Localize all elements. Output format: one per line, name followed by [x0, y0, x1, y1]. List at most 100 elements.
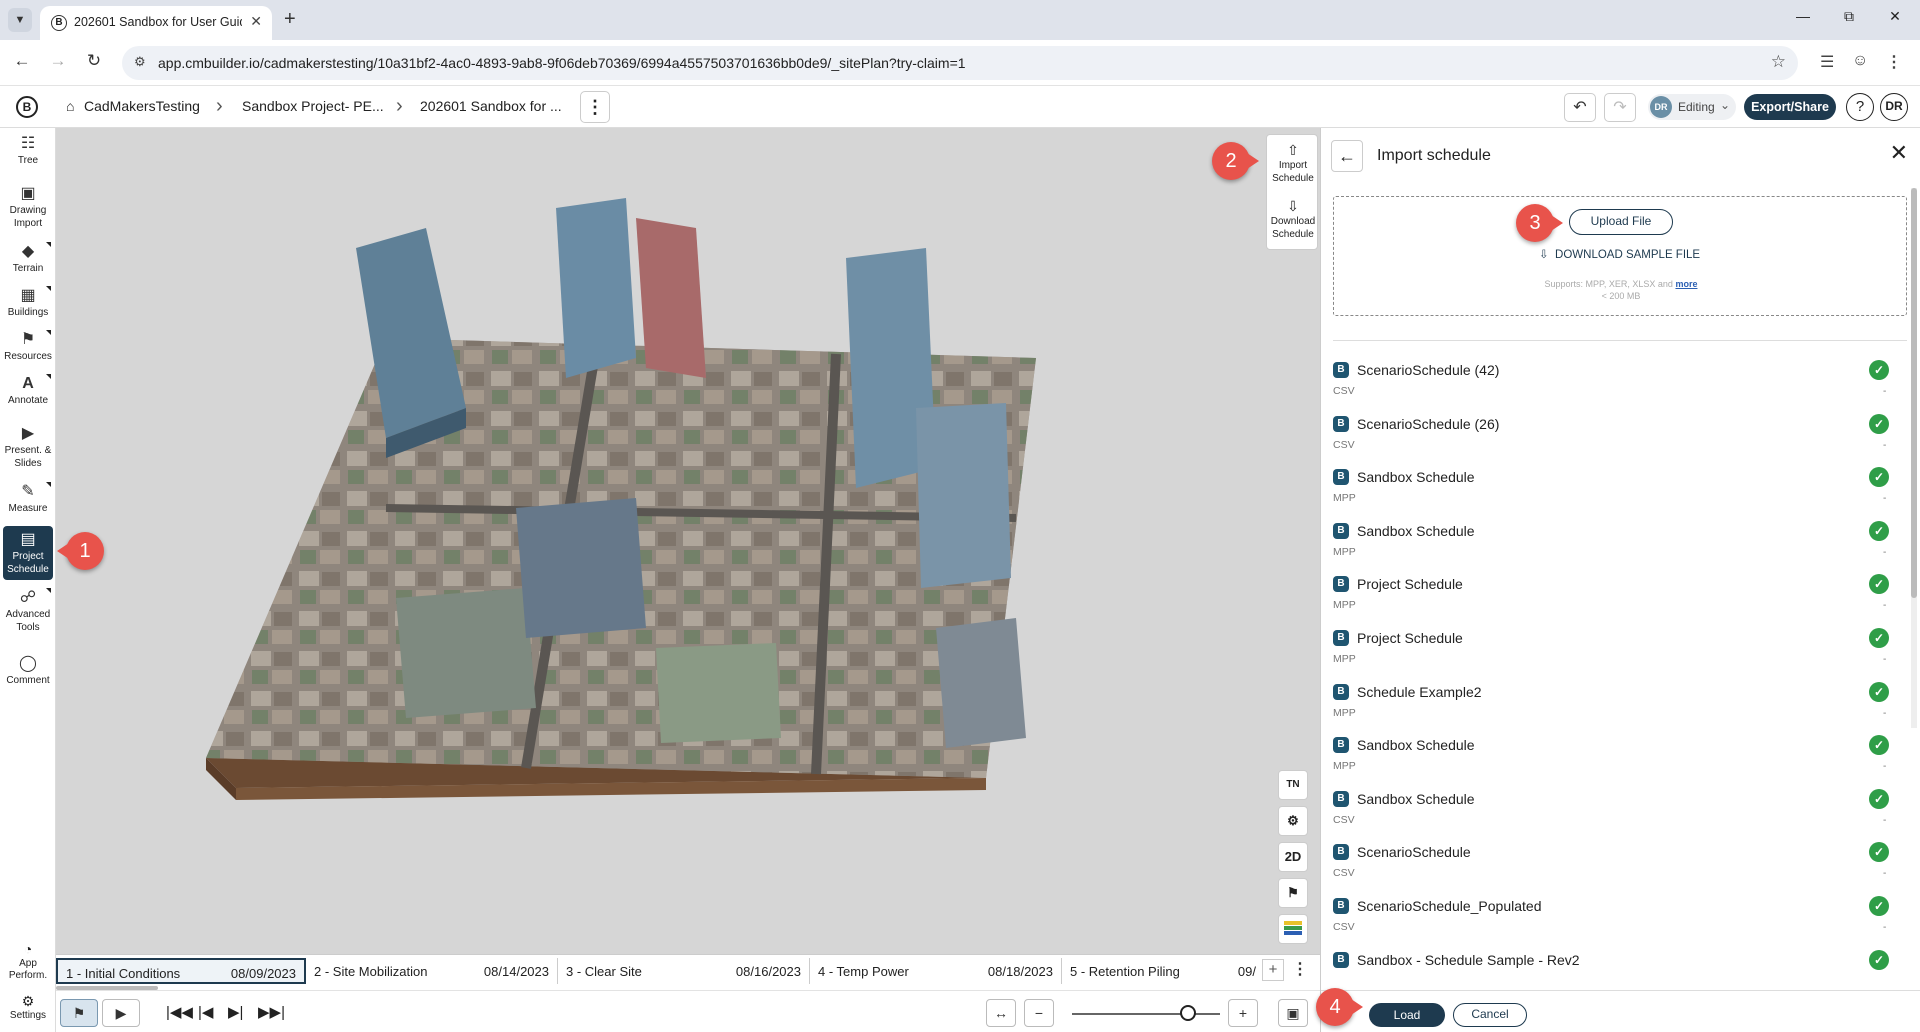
schedule-list-item[interactable]: B Sandbox Schedule MPP ✓ - — [1333, 520, 1893, 575]
toggle-2d-button[interactable]: 2D — [1278, 842, 1308, 872]
schedule-list-item[interactable]: B ScenarioSchedule CSV ✓ - — [1333, 842, 1893, 896]
3d-viewport[interactable]: ⇧ Import Schedule ⇩ Download Schedule TN… — [56, 128, 1320, 954]
tool-terrain[interactable]: ◆ Terrain — [3, 242, 53, 275]
browser-menu-icon[interactable]: ⋮ — [1886, 52, 1902, 72]
fit-width-icon[interactable]: ↔ — [986, 999, 1016, 1027]
timeline-more-icon[interactable]: ⋮ — [1292, 959, 1308, 979]
reload-icon[interactable]: ↻ — [82, 51, 106, 71]
skip-to-start-icon[interactable]: |◀◀ — [166, 1003, 193, 1021]
cancel-button[interactable]: Cancel — [1453, 1003, 1527, 1027]
schedule-app-icon: B — [1333, 898, 1349, 914]
breadcrumb-siteplan[interactable]: 202601 Sandbox for ... — [420, 98, 562, 114]
true-north-button[interactable]: TN — [1278, 770, 1308, 800]
tool-buildings[interactable]: ▦ Buildings — [3, 286, 53, 319]
tool-advanced-tools[interactable]: ☍ Advanced Tools — [3, 588, 53, 634]
timeline-phase[interactable]: 1 - Initial Conditions 08/09/2023 — [56, 958, 306, 984]
tool-comment[interactable]: ◯ Comment — [3, 654, 53, 687]
tool-project-schedule[interactable]: ▤ Project Schedule — [3, 526, 53, 580]
download-sample-link[interactable]: ⇩ DOWNLOAD SAMPLE FILE — [1539, 247, 1700, 261]
profile-icon[interactable]: ☺ — [1852, 52, 1868, 70]
load-button[interactable]: Load — [1369, 1003, 1445, 1027]
timeline-phase[interactable]: 2 - Site Mobilization 08/14/2023 — [306, 958, 558, 984]
export-share-button[interactable]: Export/Share — [1744, 94, 1836, 120]
play-icon[interactable]: ▶| — [228, 1003, 243, 1021]
schedule-list-item[interactable]: B ScenarioSchedule_Populated CSV ✓ - — [1333, 896, 1893, 950]
media-icon[interactable]: ☰ — [1820, 52, 1834, 72]
tree-icon: ☷ — [20, 135, 36, 152]
upload-file-button[interactable]: Upload File — [1569, 209, 1673, 235]
zoom-out-icon[interactable]: − — [1024, 999, 1054, 1027]
breadcrumb-org[interactable]: CadMakersTesting — [84, 98, 200, 114]
view-settings-icon[interactable]: ⚙ — [1278, 806, 1308, 836]
zoom-slider-handle[interactable] — [1180, 1005, 1196, 1021]
schedule-list-item[interactable]: B Sandbox Schedule MPP ✓ - — [1333, 467, 1893, 521]
schedule-list-item[interactable]: B Project Schedule MPP ✓ - — [1333, 574, 1893, 628]
redo-icon[interactable]: ↷ — [1604, 93, 1636, 122]
app-logo[interactable]: B — [16, 96, 38, 118]
panel-scrollbar[interactable] — [1911, 188, 1917, 728]
check-circle-icon: ✓ — [1869, 467, 1889, 488]
more-options-button[interactable]: ⋮ — [580, 91, 610, 123]
bookmark-star-icon[interactable]: ☆ — [1771, 52, 1786, 72]
slides-view-icon[interactable]: ▶ — [102, 999, 140, 1027]
timeline-phase[interactable]: 4 - Temp Power 08/18/2023 — [810, 958, 1062, 984]
tool-tree[interactable]: ☷ Tree — [3, 134, 53, 167]
home-icon[interactable]: ⌂ — [66, 98, 74, 114]
scrollbar-thumb[interactable] — [1911, 188, 1917, 598]
close-icon[interactable]: ✕ — [1890, 140, 1908, 166]
check-circle-icon: ✓ — [1869, 628, 1889, 648]
window-close-icon[interactable]: ✕ — [1872, 8, 1918, 25]
download-schedule-button[interactable]: ⇩ Download Schedule — [1267, 197, 1319, 241]
add-phase-button[interactable]: + — [1262, 959, 1284, 981]
site-info-icon[interactable]: ⚙ — [134, 54, 146, 70]
schedule-list-item[interactable]: B ScenarioSchedule (42) CSV ✓ - — [1333, 360, 1893, 414]
forward-icon[interactable]: → — [46, 51, 70, 71]
schedule-list-item[interactable]: B Schedule Example2 MPP ✓ - — [1333, 681, 1893, 736]
upload-icon: ⇧ — [1287, 142, 1299, 158]
back-arrow-icon[interactable]: ← — [1331, 140, 1363, 172]
tool-resources[interactable]: ⚑ Resources — [3, 330, 53, 363]
tool-drawing-import[interactable]: ▣ Drawing Import — [3, 184, 53, 230]
schedule-status-dash: - — [1883, 814, 1887, 826]
tool-annotate[interactable]: A Annotate — [3, 374, 53, 407]
schedule-list-item[interactable]: BSandbox - Schedule Sample - Rev2✓- — [1333, 949, 1893, 970]
more-formats-link[interactable]: more — [1675, 279, 1697, 289]
screenshot-icon[interactable]: ▣ — [1278, 999, 1308, 1027]
tab-close-icon[interactable]: ✕ — [250, 13, 262, 30]
schedule-list-item[interactable]: B ScenarioSchedule (26) CSV ✓ - — [1333, 413, 1893, 468]
zoom-slider[interactable] — [1072, 1013, 1220, 1015]
timeline-phase[interactable]: 5 - Retention Piling 09/ — [1062, 958, 1256, 984]
schedule-side-tools: ⇧ Import Schedule ⇩ Download Schedule — [1266, 134, 1318, 250]
site-view-icon[interactable]: ⚑ — [60, 999, 98, 1027]
zoom-in-icon[interactable]: + — [1228, 999, 1258, 1027]
favicon-icon: B — [51, 15, 67, 31]
crane-icon[interactable]: ⚑ — [1278, 878, 1308, 908]
back-icon[interactable]: ← — [10, 51, 34, 71]
step-back-icon[interactable]: |◀ — [198, 1003, 213, 1021]
url-input[interactable]: ⚙ app.cmbuilder.io/cadmakerstesting/10a3… — [122, 46, 1798, 80]
schedule-list-item[interactable]: B Sandbox Schedule MPP ✓ - — [1333, 735, 1893, 789]
user-avatar[interactable]: DR — [1880, 93, 1908, 121]
app-performance-button[interactable]: ◔ App Perform. — [3, 940, 53, 982]
schedule-list-item[interactable]: B Sandbox Schedule CSV ✓ - — [1333, 788, 1893, 843]
step-marker-1: 1 — [57, 532, 104, 570]
tool-measure[interactable]: ✎ Measure — [3, 482, 53, 515]
editing-mode-dropdown[interactable]: DR Editing ⌄ — [1648, 94, 1736, 120]
settings-button[interactable]: ⚙ Settings — [3, 992, 53, 1022]
timeline-phase[interactable]: 3 - Clear Site 08/16/2023 — [558, 958, 810, 984]
skip-to-end-icon[interactable]: ▶▶| — [258, 1003, 285, 1021]
presentation-icon: ▶ — [21, 425, 35, 442]
new-tab-icon[interactable]: + — [284, 9, 296, 29]
help-button[interactable]: ? — [1846, 93, 1874, 121]
undo-icon[interactable]: ↶ — [1564, 93, 1596, 122]
layers-icon[interactable] — [1278, 914, 1308, 944]
schedule-list-item[interactable]: B Project Schedule MPP ✓ - — [1333, 628, 1893, 682]
import-schedule-button[interactable]: ⇧ Import Schedule — [1267, 141, 1319, 185]
tool-present-slides[interactable]: ▶ Present. & Slides — [3, 424, 53, 470]
minimize-icon[interactable]: — — [1780, 8, 1826, 24]
tab-search-icon[interactable]: ▼ — [8, 8, 32, 32]
restore-icon[interactable]: ⧉ — [1826, 8, 1872, 25]
browser-tab[interactable]: B 202601 Sandbox for User Guide ✕ — [40, 6, 272, 40]
file-dropzone[interactable]: Upload File ⇩ DOWNLOAD SAMPLE FILE Suppo… — [1333, 196, 1907, 316]
breadcrumb-project[interactable]: Sandbox Project- PE... — [242, 98, 384, 114]
